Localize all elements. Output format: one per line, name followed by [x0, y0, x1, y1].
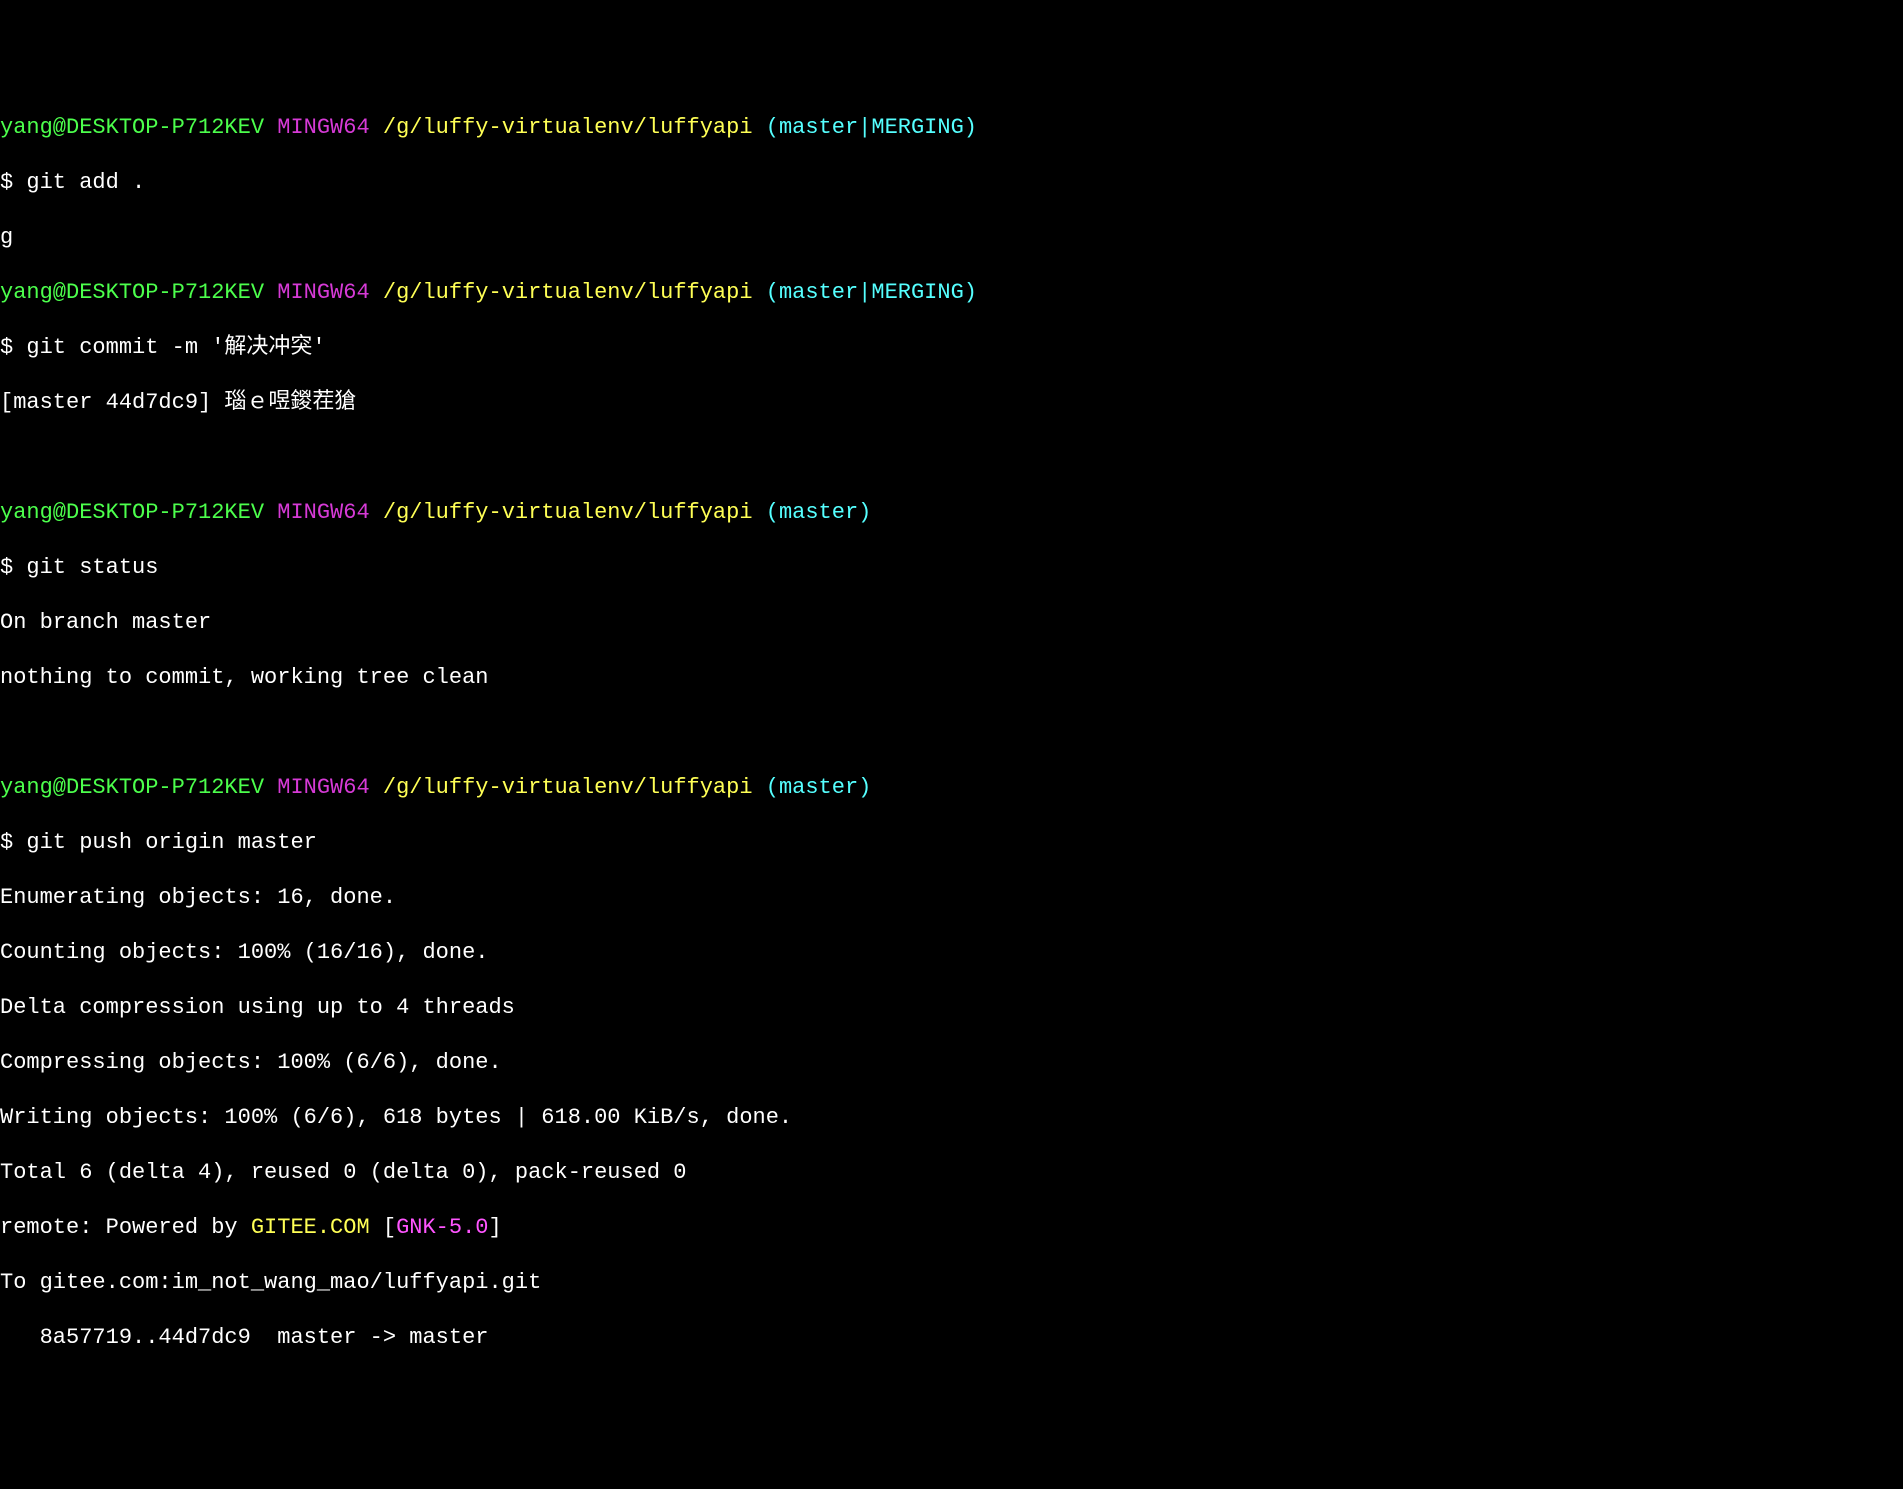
prompt-mingw: MINGW64	[277, 775, 369, 800]
remote-prefix: remote: Powered by	[0, 1215, 251, 1240]
output-commit-result: [master 44d7dc9] 瑙ｅ喅鍐茬獊	[0, 389, 1903, 417]
remote-gnk: GNK-5.0	[396, 1215, 488, 1240]
output-push-to: To gitee.com:im_not_wang_mao/luffyapi.gi…	[0, 1269, 1903, 1297]
prompt-user: yang@DESKTOP-P712KEV	[0, 775, 264, 800]
output-status-branch: On branch master	[0, 609, 1903, 637]
output-stray-g: g	[0, 224, 1903, 252]
prompt-user: yang@DESKTOP-P712KEV	[0, 500, 264, 525]
prompt-line-3: yang@DESKTOP-P712KEV MINGW64 /g/luffy-vi…	[0, 499, 1903, 527]
output-push-enum: Enumerating objects: 16, done.	[0, 884, 1903, 912]
output-push-total: Total 6 (delta 4), reused 0 (delta 0), p…	[0, 1159, 1903, 1187]
command-git-push: $ git push origin master	[0, 829, 1903, 857]
output-push-writing: Writing objects: 100% (6/6), 618 bytes |…	[0, 1104, 1903, 1132]
prompt-branch: (master|MERGING)	[766, 115, 977, 140]
output-push-delta: Delta compression using up to 4 threads	[0, 994, 1903, 1022]
prompt-branch: (master)	[766, 500, 872, 525]
prompt-branch: (master|MERGING)	[766, 280, 977, 305]
prompt-mingw: MINGW64	[277, 280, 369, 305]
prompt-path: /g/luffy-virtualenv/luffyapi	[383, 775, 753, 800]
prompt-path: /g/luffy-virtualenv/luffyapi	[383, 115, 753, 140]
remote-bracket-open: [	[370, 1215, 396, 1240]
remote-bracket-close: ]	[489, 1215, 502, 1240]
output-push-remote: remote: Powered by GITEE.COM [GNK-5.0]	[0, 1214, 1903, 1242]
output-push-counting: Counting objects: 100% (16/16), done.	[0, 939, 1903, 967]
prompt-mingw: MINGW64	[277, 115, 369, 140]
prompt-path: /g/luffy-virtualenv/luffyapi	[383, 500, 753, 525]
prompt-user: yang@DESKTOP-P712KEV	[0, 115, 264, 140]
prompt-line-4: yang@DESKTOP-P712KEV MINGW64 /g/luffy-vi…	[0, 774, 1903, 802]
prompt-mingw: MINGW64	[277, 500, 369, 525]
output-push-compressing: Compressing objects: 100% (6/6), done.	[0, 1049, 1903, 1077]
blank-line	[0, 719, 1903, 747]
output-status-clean: nothing to commit, working tree clean	[0, 664, 1903, 692]
prompt-branch: (master)	[766, 775, 872, 800]
command-git-add: $ git add .	[0, 169, 1903, 197]
prompt-path: /g/luffy-virtualenv/luffyapi	[383, 280, 753, 305]
prompt-line-2: yang@DESKTOP-P712KEV MINGW64 /g/luffy-vi…	[0, 279, 1903, 307]
prompt-user: yang@DESKTOP-P712KEV	[0, 280, 264, 305]
remote-gitee: GITEE.COM	[251, 1215, 370, 1240]
blank-line	[0, 444, 1903, 472]
command-git-commit: $ git commit -m '解决冲突'	[0, 334, 1903, 362]
output-push-ref: 8a57719..44d7dc9 master -> master	[0, 1324, 1903, 1352]
command-git-status: $ git status	[0, 554, 1903, 582]
prompt-line-1: yang@DESKTOP-P712KEV MINGW64 /g/luffy-vi…	[0, 114, 1903, 142]
